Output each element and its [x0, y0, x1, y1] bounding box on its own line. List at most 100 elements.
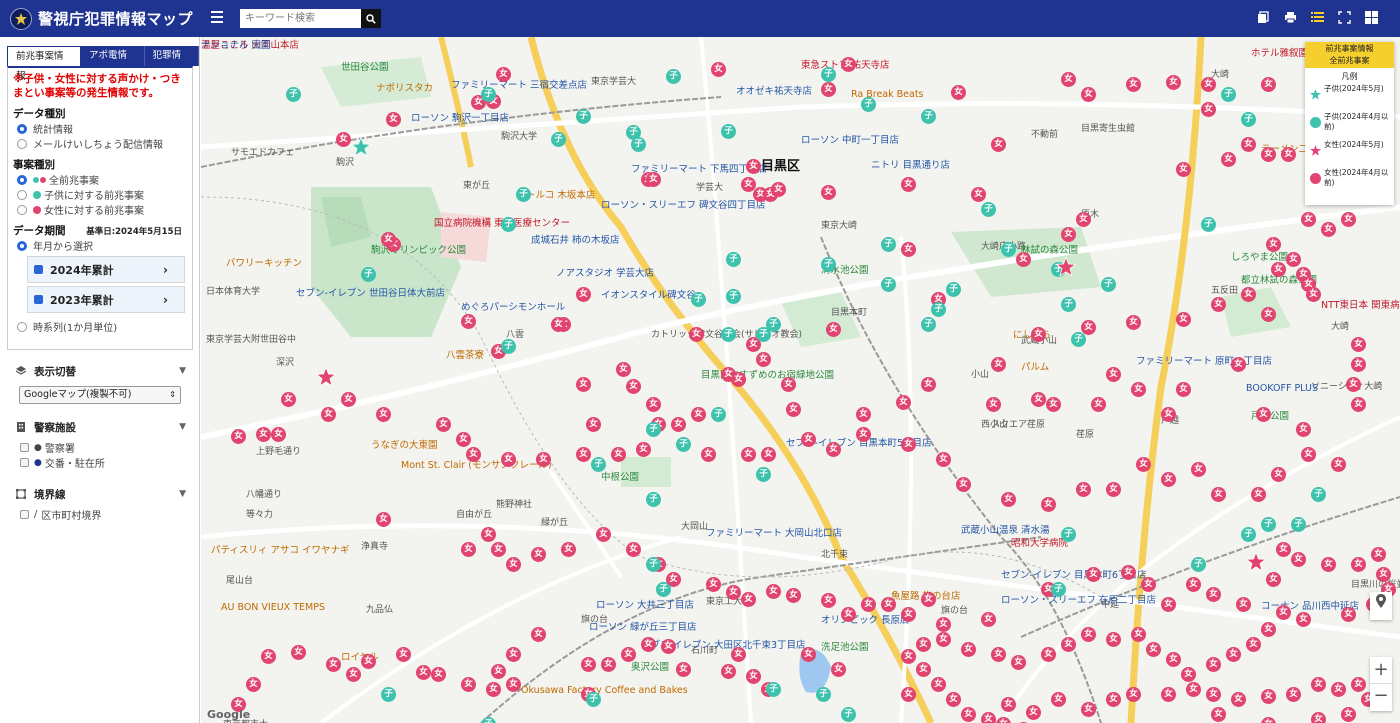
women-incident-marker[interactable]: 女	[1206, 587, 1221, 602]
child-star-marker[interactable]	[350, 136, 372, 157]
women-incident-marker[interactable]: 女	[1161, 597, 1176, 612]
child-incident-marker[interactable]: 子	[1241, 527, 1256, 542]
women-incident-marker[interactable]: 女	[1291, 552, 1306, 567]
search-input[interactable]	[240, 9, 361, 28]
map-label[interactable]: 東京学芸大附世田谷中	[206, 332, 296, 345]
women-incident-marker[interactable]: 女	[901, 242, 916, 257]
child-incident-marker[interactable]: 子	[931, 302, 946, 317]
koban-check[interactable]: ● 交番・駐在所	[20, 455, 200, 470]
women-incident-marker[interactable]: 女	[1126, 315, 1141, 330]
women-incident-marker[interactable]: 女	[916, 637, 931, 652]
women-incident-marker[interactable]: 女	[801, 647, 816, 662]
women-incident-marker[interactable]: 女	[921, 592, 936, 607]
women-incident-marker[interactable]: 女	[726, 585, 741, 600]
women-incident-marker[interactable]: 女	[661, 639, 676, 654]
child-incident-marker[interactable]: 子	[766, 682, 781, 697]
child-incident-marker[interactable]: 子	[381, 687, 396, 702]
women-incident-marker[interactable]: 女	[831, 662, 846, 677]
women-incident-marker[interactable]: 女	[916, 662, 931, 677]
women-incident-marker[interactable]: 女	[1061, 72, 1076, 87]
map-label[interactable]: BOOKOFF PLUS	[1246, 383, 1318, 394]
map-label[interactable]: ローソン 駒沢一丁目店	[411, 110, 509, 124]
zoom-out-button[interactable]: −	[1370, 683, 1392, 708]
map-label[interactable]: ニトリ 目黒通り店	[871, 157, 950, 171]
women-incident-marker[interactable]: 女	[1246, 637, 1261, 652]
women-incident-marker[interactable]: 女	[1011, 655, 1026, 670]
map-label[interactable]: 五反田	[1211, 283, 1238, 296]
women-incident-marker[interactable]: 女	[1351, 677, 1366, 692]
women-incident-marker[interactable]: 女	[551, 317, 566, 332]
women-incident-marker[interactable]: 女	[626, 379, 641, 394]
women-incident-marker[interactable]: 女	[496, 67, 511, 82]
women-incident-marker[interactable]: 女	[1001, 697, 1016, 712]
women-incident-marker[interactable]: 女	[381, 232, 396, 247]
map-label[interactable]: 中根公園	[601, 469, 639, 483]
women-incident-marker[interactable]: 女	[1201, 102, 1216, 117]
women-incident-marker[interactable]: 女	[801, 432, 816, 447]
map-label[interactable]: オリンピック 長原店	[821, 612, 910, 626]
map-label[interactable]: トルコ 木坂本店	[526, 187, 595, 201]
women-incident-marker[interactable]: 女	[1211, 297, 1226, 312]
map-label[interactable]: 大岡山	[681, 519, 708, 532]
women-incident-marker[interactable]: 女	[901, 437, 916, 452]
women-incident-marker[interactable]: 女	[646, 397, 661, 412]
map-label[interactable]: 不動前	[1031, 127, 1058, 140]
women-incident-marker[interactable]: 女	[271, 427, 286, 442]
women-incident-marker[interactable]: 女	[1041, 497, 1056, 512]
map-label[interactable]: 東が丘	[463, 178, 490, 191]
child-incident-marker[interactable]: 子	[666, 69, 681, 84]
child-incident-marker[interactable]: 子	[721, 124, 736, 139]
women-incident-marker[interactable]: 女	[1331, 682, 1346, 697]
data-type-stats[interactable]: 統計情報	[17, 121, 187, 136]
women-incident-marker[interactable]: 女	[501, 452, 516, 467]
women-incident-marker[interactable]: 女	[1126, 77, 1141, 92]
child-incident-marker[interactable]: 子	[1101, 277, 1116, 292]
women-incident-marker[interactable]: 女	[576, 377, 591, 392]
women-incident-marker[interactable]: 女	[596, 527, 611, 542]
child-incident-marker[interactable]: 子	[726, 252, 741, 267]
women-incident-marker[interactable]: 女	[961, 707, 976, 722]
women-incident-marker[interactable]: 女	[761, 447, 776, 462]
women-incident-marker[interactable]: 女	[646, 172, 661, 187]
map-label[interactable]: 熊野神社	[496, 497, 532, 510]
child-incident-marker[interactable]: 子	[921, 317, 936, 332]
police-station-check[interactable]: ● 警察署	[20, 440, 200, 455]
women-incident-marker[interactable]: 女	[341, 392, 356, 407]
women-incident-marker[interactable]: 女	[1026, 705, 1041, 720]
women-incident-marker[interactable]: 女	[561, 542, 576, 557]
child-incident-marker[interactable]: 子	[591, 457, 606, 472]
women-incident-marker[interactable]: 女	[896, 395, 911, 410]
women-incident-marker[interactable]: 女	[641, 637, 656, 652]
women-incident-marker[interactable]: 女	[1251, 487, 1266, 502]
child-incident-marker[interactable]: 子	[1311, 487, 1326, 502]
women-incident-marker[interactable]: 女	[1191, 462, 1206, 477]
map-label[interactable]: Okusawa Factory Coffee and Bakes	[521, 685, 688, 696]
women-incident-marker[interactable]: 女	[1126, 687, 1141, 702]
child-incident-marker[interactable]: 子	[1071, 332, 1086, 347]
women-incident-marker[interactable]: 女	[671, 417, 686, 432]
women-incident-marker[interactable]: 女	[281, 392, 296, 407]
map-label[interactable]: 八幡通り	[246, 487, 282, 500]
child-incident-marker[interactable]: 子	[481, 87, 496, 102]
print-icon[interactable]	[1284, 11, 1297, 24]
child-incident-marker[interactable]: 子	[816, 687, 831, 702]
women-incident-marker[interactable]: 女	[586, 417, 601, 432]
women-star-marker[interactable]	[1055, 256, 1077, 277]
women-incident-marker[interactable]: 女	[1106, 482, 1121, 497]
map-label[interactable]: 奥沢公園	[631, 659, 669, 673]
women-incident-marker[interactable]: 女	[971, 187, 986, 202]
incident-type-women[interactable]: 女性に対する前兆事案	[17, 202, 187, 217]
child-incident-marker[interactable]: 子	[1061, 527, 1076, 542]
women-incident-marker[interactable]: 女	[991, 357, 1006, 372]
women-incident-marker[interactable]: 女	[1271, 467, 1286, 482]
women-incident-marker[interactable]: 女	[786, 402, 801, 417]
women-incident-marker[interactable]: 女	[1106, 692, 1121, 707]
women-incident-marker[interactable]: 女	[1176, 312, 1191, 327]
women-incident-marker[interactable]: 女	[1241, 137, 1256, 152]
child-incident-marker[interactable]: 子	[841, 707, 856, 722]
women-star-marker[interactable]	[1245, 551, 1267, 572]
women-incident-marker[interactable]: 女	[506, 677, 521, 692]
child-incident-marker[interactable]: 子	[576, 109, 591, 124]
map-label[interactable]: 成城石井 柿の木坂店	[531, 232, 620, 246]
child-incident-marker[interactable]: 子	[821, 257, 836, 272]
